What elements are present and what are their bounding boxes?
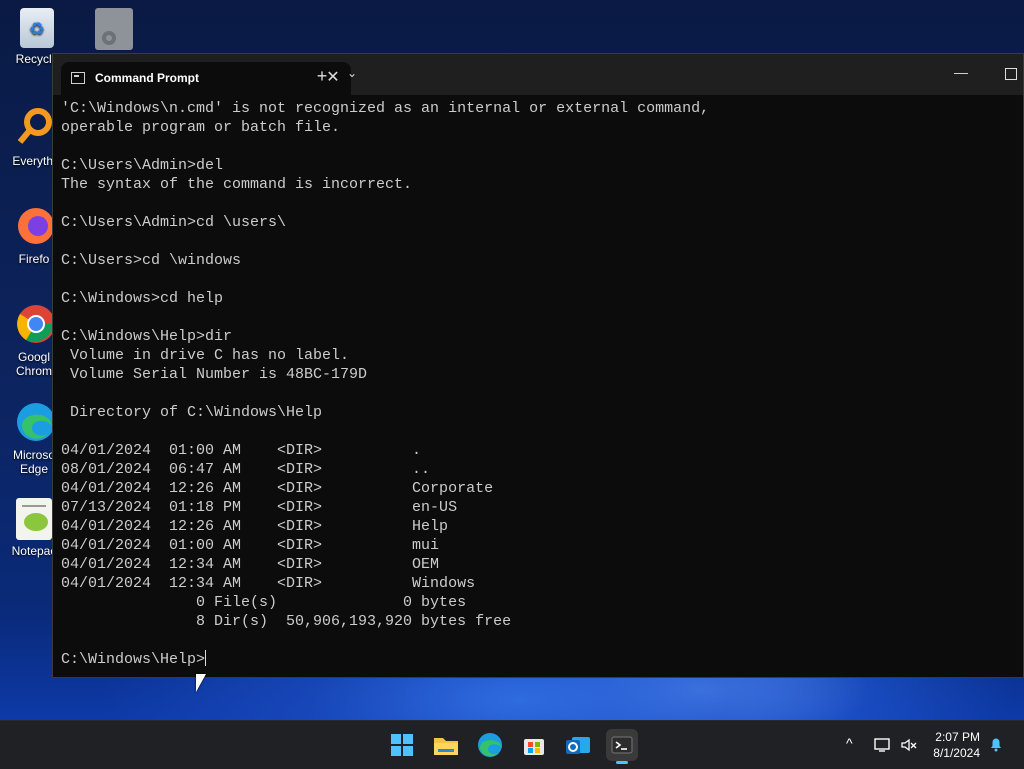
minimize-button[interactable]: —	[951, 64, 971, 80]
settings-file-shortcut[interactable]	[82, 8, 146, 54]
file-explorer-icon	[434, 738, 458, 755]
notepad-plus-plus-icon	[16, 498, 52, 540]
console-prompt: C:\Windows\Help>	[61, 651, 206, 668]
edge-icon	[12, 400, 56, 444]
file-explorer-button[interactable]	[430, 729, 462, 761]
chrome-icon	[12, 302, 56, 346]
console-line: 'C:\Windows\n.cmd' is not recognized as …	[61, 100, 710, 117]
command-prompt-icon	[71, 72, 85, 84]
console-line: operable program or batch file.	[61, 119, 341, 136]
console-prompt-line[interactable]: C:\Windows\Help>	[61, 650, 1015, 669]
console-line: 04/01/2024 01:00 AM <DIR> .	[61, 442, 422, 459]
console-output[interactable]: 'C:\Windows\n.cmd' is not recognized as …	[61, 99, 1015, 671]
console-line: C:\Users>cd \windows	[61, 252, 242, 269]
clock-date: 8/1/2024	[933, 746, 980, 760]
volume-muted-icon[interactable]	[900, 737, 918, 756]
start-button[interactable]	[386, 729, 418, 761]
tab-command-prompt[interactable]: Command Prompt ✕	[61, 62, 351, 95]
gear-file-icon	[95, 8, 133, 50]
mouse-cursor-icon	[196, 674, 206, 692]
store-button[interactable]	[518, 729, 550, 761]
console-line: 04/01/2024 12:34 AM <DIR> OEM	[61, 556, 440, 573]
command-prompt-window: Command Prompt ✕ + ⌄ — 'C:\Windows\n.cmd…	[52, 53, 1024, 678]
store-icon	[524, 739, 544, 755]
chevron-up-icon[interactable]: ^	[846, 735, 853, 751]
new-tab-button[interactable]: +	[313, 66, 331, 87]
console-line: 07/13/2024 01:18 PM <DIR> en-US	[61, 499, 458, 516]
console-line: 04/01/2024 12:26 AM <DIR> Help	[61, 518, 449, 535]
console-line: C:\Users\Admin>del	[61, 157, 224, 174]
windows-start-icon	[391, 734, 413, 756]
text-caret	[205, 650, 207, 666]
notification-bell-icon[interactable]	[988, 736, 1004, 755]
terminal-button[interactable]	[606, 729, 638, 764]
firefox-icon	[12, 204, 56, 248]
terminal-icon	[611, 736, 633, 754]
console-line: 04/01/2024 12:26 AM <DIR> Corporate	[61, 480, 494, 497]
console-line: C:\Windows>cd help	[61, 290, 224, 307]
recycle-bin-icon: ♻	[20, 8, 54, 48]
edge-taskbar-icon	[478, 733, 502, 757]
console-line: C:\Windows\Help>dir	[61, 328, 233, 345]
clock-time: 2:07 PM	[935, 730, 980, 744]
outlook-icon	[566, 737, 590, 754]
console-line: Volume Serial Number is 48BC-179D	[61, 366, 368, 383]
console-line: Volume in drive C has no label.	[61, 347, 350, 364]
taskbar: ^ 2:07 PM 8/1/2024	[0, 720, 1024, 769]
console-line: 04/01/2024 12:34 AM <DIR> Windows	[61, 575, 476, 592]
console-line: Directory of C:\Windows\Help	[61, 404, 323, 421]
active-indicator	[616, 761, 628, 764]
console-line: 8 Dir(s) 50,906,193,920 bytes free	[61, 613, 512, 630]
edge-taskbar-button[interactable]	[474, 729, 506, 761]
network-icon[interactable]	[874, 737, 892, 756]
console-line: 0 File(s) 0 bytes	[61, 594, 467, 611]
outlook-button[interactable]	[562, 729, 594, 761]
chevron-down-icon[interactable]: ⌄	[345, 66, 359, 80]
maximize-button[interactable]	[1005, 68, 1017, 80]
svg-text:♻: ♻	[29, 19, 45, 40]
console-line: 08/01/2024 06:47 AM <DIR> ..	[61, 461, 431, 478]
console-line: 04/01/2024 01:00 AM <DIR> mui	[61, 537, 440, 554]
console-line: C:\Users\Admin>cd \users\	[61, 214, 287, 231]
console-line: The syntax of the command is incorrect.	[61, 176, 413, 193]
clock[interactable]: 2:07 PM 8/1/2024	[933, 729, 980, 761]
title-bar[interactable]: Command Prompt ✕ + ⌄ —	[53, 54, 1023, 95]
everything-icon	[12, 106, 56, 150]
tab-title: Command Prompt	[95, 71, 200, 85]
